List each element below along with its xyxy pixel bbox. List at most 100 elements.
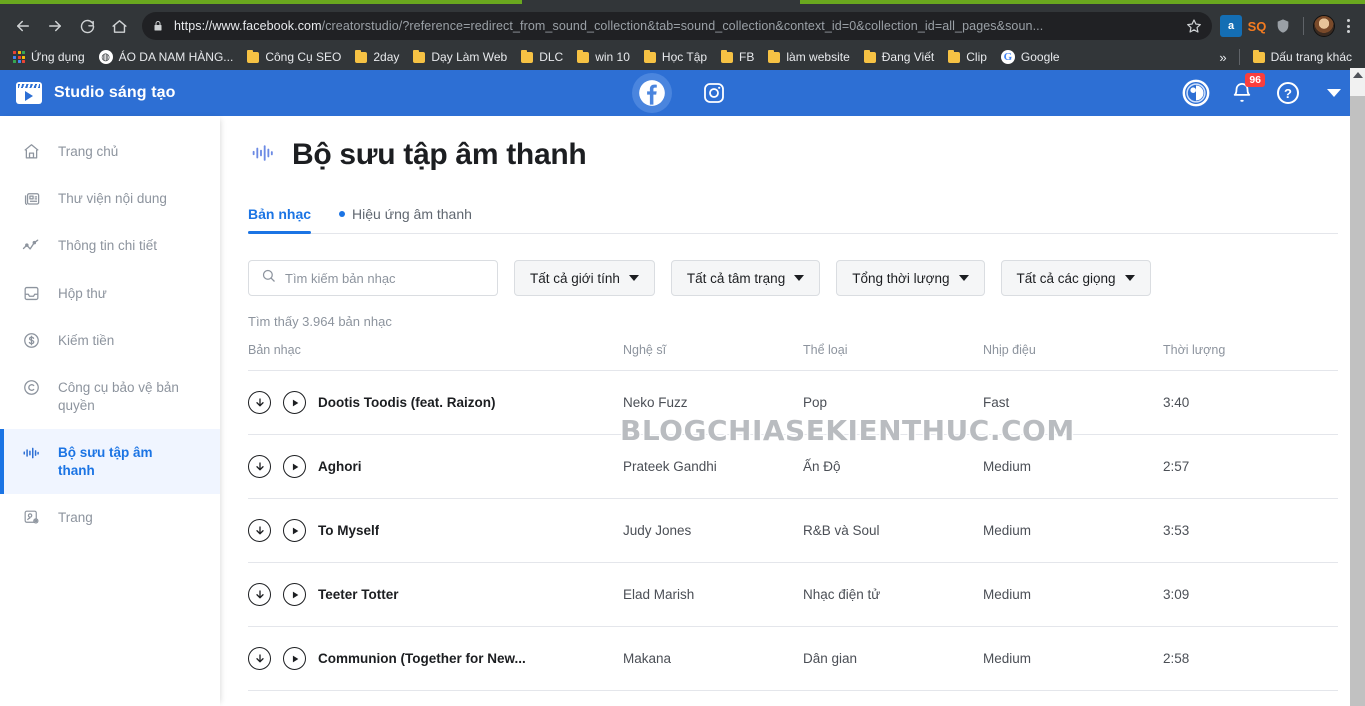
- sidebar-item-label: Bộ sưu tập âm thanh: [58, 445, 153, 478]
- creator-studio-header: Studio sáng tạo 96 ?: [0, 70, 1365, 116]
- download-icon[interactable]: [248, 455, 271, 478]
- facebook-platform-icon[interactable]: [631, 73, 672, 113]
- tab-ban-nhac[interactable]: Bản nhạc: [248, 206, 312, 234]
- bookmarks-bar: Ứng dụng ◍ ÁO DA NAM HÀNG... Công Cụ SEO…: [0, 44, 1365, 70]
- instagram-platform-icon[interactable]: [694, 73, 734, 113]
- folder-icon: [1252, 49, 1265, 63]
- filter-label: Tất cả các giọng: [1016, 270, 1116, 286]
- cell-artist: Prateek Gandhi: [623, 434, 803, 499]
- home-icon: [20, 142, 42, 161]
- notifications-bell-icon[interactable]: 96: [1227, 73, 1265, 108]
- sidebar-item-hop-thu[interactable]: Hộp thư: [0, 270, 220, 317]
- shield-icon[interactable]: [1272, 15, 1294, 37]
- play-icon[interactable]: [283, 519, 306, 542]
- content-tabs: Bản nhạc Hiệu ứng âm thanh: [248, 206, 1338, 234]
- inbox-icon: [20, 284, 42, 303]
- table-row[interactable]: To Myself Judy Jones R&B và Soul Medium …: [248, 498, 1338, 563]
- table-row[interactable]: Dootis Toodis (feat. Raizon) Neko Fuzz P…: [248, 370, 1338, 435]
- play-icon[interactable]: [283, 647, 306, 670]
- play-icon[interactable]: [283, 583, 306, 606]
- column-header-tempo: Nhịp điệu: [983, 343, 1163, 371]
- sidebar-item-kiem-tien[interactable]: Kiếm tiền: [0, 317, 220, 364]
- active-browser-tab[interactable]: [170, 4, 1350, 8]
- search-box[interactable]: [248, 260, 498, 296]
- cell-duration: 2:57: [1163, 434, 1338, 499]
- page-title: Bộ sưu tập âm thanh: [292, 138, 587, 171]
- filter-mood-button[interactable]: Tất cả tâm trạng: [670, 260, 821, 296]
- filter-vocals-button[interactable]: Tất cả các giọng: [1000, 260, 1151, 296]
- filter-gender-button[interactable]: Tất cả giới tính: [514, 260, 655, 296]
- sidebar-item-trang-chu[interactable]: Trang chủ: [0, 128, 220, 175]
- bookmark-dlc[interactable]: DLC: [514, 48, 570, 66]
- search-input[interactable]: [285, 270, 485, 286]
- address-bar[interactable]: https://www.facebook.com/creatorstudio/?…: [142, 12, 1212, 40]
- bookmark-win-10[interactable]: win 10: [570, 48, 637, 66]
- sidebar: Trang chủ Thư viện nội dung Thông tin ch…: [0, 116, 220, 706]
- track-title: Dootis Toodis (feat. Raizon): [318, 395, 496, 410]
- google-icon: G: [1000, 50, 1015, 64]
- bookmarks-overflow-icon[interactable]: »: [1213, 50, 1232, 65]
- track-title: To Myself: [318, 523, 380, 538]
- play-icon[interactable]: [283, 455, 306, 478]
- tracks-table: Bản nhạc Nghệ sĩ Thể loại Nhịp điệu Thời…: [248, 343, 1338, 691]
- home-icon[interactable]: [104, 11, 134, 41]
- download-icon[interactable]: [248, 391, 271, 414]
- bookmark-google[interactable]: G Google: [994, 48, 1067, 66]
- sidebar-item-cong-cu-bao-ve-ban-quyen[interactable]: Công cụ bảo vệ bản quyền: [0, 364, 220, 429]
- sidebar-item-thong-tin-chi-tiet[interactable]: Thông tin chi tiết: [0, 222, 220, 270]
- tab-hieu-ung-am-thanh[interactable]: Hiệu ứng âm thanh: [339, 206, 472, 233]
- download-icon[interactable]: [248, 583, 271, 606]
- bookmark-ao-da-nam[interactable]: ◍ ÁO DA NAM HÀNG...: [92, 48, 241, 66]
- page-scrollbar[interactable]: [1350, 68, 1365, 706]
- reload-icon[interactable]: [72, 11, 102, 41]
- copyright-icon: [20, 378, 42, 397]
- scroll-up-arrow-icon[interactable]: [1352, 72, 1363, 78]
- bookmark-fb[interactable]: FB: [714, 48, 761, 66]
- folder-icon: [863, 49, 876, 63]
- chevron-down-icon: [958, 275, 969, 281]
- play-icon[interactable]: [283, 391, 306, 414]
- bookmark-apps[interactable]: Ứng dụng: [6, 48, 92, 66]
- amazon-assistant-icon[interactable]: a: [1220, 15, 1242, 37]
- back-arrow-icon[interactable]: [8, 11, 38, 41]
- bookmark-dang-viet[interactable]: Đang Viết: [857, 48, 941, 66]
- cell-tempo: Medium: [983, 498, 1163, 563]
- sidebar-item-trang[interactable]: Trang: [0, 494, 220, 541]
- seoquake-icon[interactable]: SQ: [1246, 15, 1268, 37]
- bookmark-clip[interactable]: Clip: [941, 48, 994, 66]
- table-row[interactable]: Communion (Together for New... Makana Dâ…: [248, 626, 1338, 691]
- bookmark-star-icon[interactable]: [1186, 18, 1202, 34]
- bookmark-day-lam-web[interactable]: Dạy Làm Web: [406, 48, 514, 66]
- download-icon[interactable]: [248, 647, 271, 670]
- url-text: https://www.facebook.com/creatorstudio/?…: [174, 19, 1044, 33]
- profile-avatar[interactable]: [1313, 15, 1335, 37]
- table-row[interactable]: Teeter Totter Elad Marish Nhạc điện tử M…: [248, 562, 1338, 627]
- account-menu-chevron-down-icon[interactable]: [1319, 78, 1349, 108]
- scrollbar-thumb[interactable]: [1350, 96, 1365, 706]
- sidebar-item-thu-vien-noi-dung[interactable]: Thư viện nội dung: [0, 175, 220, 222]
- browser-tabstrip: [0, 0, 1365, 8]
- browser-toolbar: https://www.facebook.com/creatorstudio/?…: [0, 8, 1365, 44]
- bookmarks-divider: [1238, 49, 1240, 65]
- creator-studio-brand[interactable]: Studio sáng tạo: [16, 82, 176, 104]
- amazon-icon-label: a: [1227, 20, 1235, 32]
- bookmark-lam-website[interactable]: làm website: [761, 48, 856, 66]
- account-switch-icon[interactable]: [1181, 78, 1211, 108]
- bookmark-2day[interactable]: 2day: [348, 48, 406, 66]
- help-icon[interactable]: ?: [1273, 78, 1303, 108]
- bookmark-other-bookmarks[interactable]: Dấu trang khác: [1246, 48, 1359, 66]
- forward-arrow-icon[interactable]: [40, 11, 70, 41]
- filter-duration-button[interactable]: Tổng thời lượng: [836, 260, 985, 296]
- cell-artist: Neko Fuzz: [623, 370, 803, 435]
- browser-menu-icon[interactable]: [1339, 19, 1357, 33]
- cell-tempo: Medium: [983, 434, 1163, 499]
- bookmark-hoc-tap[interactable]: Học Tập: [637, 48, 714, 66]
- library-icon: [20, 189, 42, 208]
- sidebar-item-bo-suu-tap-am-thanh[interactable]: Bộ sưu tập âm thanh: [0, 429, 220, 494]
- bookmark-cong-cu-seo[interactable]: Công Cụ SEO: [240, 48, 348, 66]
- sidebar-item-label: Hộp thư: [58, 286, 107, 301]
- download-icon[interactable]: [248, 519, 271, 542]
- page-settings-icon: [20, 508, 42, 527]
- table-row[interactable]: Aghori Prateek Gandhi Ấn Độ Medium 2:57: [248, 434, 1338, 499]
- cell-duration: 2:58: [1163, 626, 1338, 691]
